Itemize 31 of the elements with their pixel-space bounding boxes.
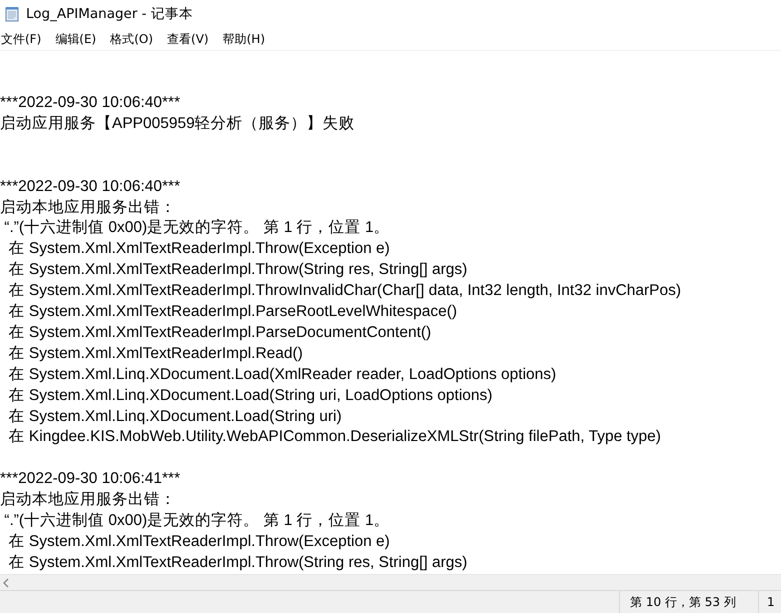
log-line: 在 System.Xml.Linq.XDocument.Load(XmlReader reader, LoadOptions options)	[8, 364, 558, 385]
log-line: 在 Kingdee.KIS.MobWeb.Utility.WebAPICommon.DeserializeXMLStr(String filePath, Type type)	[8, 427, 662, 448]
menu-item[interactable]: 帮助(H)	[222, 30, 272, 48]
log-line: 启动本地应用服务出错：	[0, 490, 177, 510]
log-line: “.”(十六进制值 0x00)是无效的字符。 第 1 行，位置 1。	[3, 511, 391, 532]
log-line: 在 System.Xml.Linq.XDocument.Load(String uri)	[8, 406, 343, 427]
log-line: 在 System.Xml.XmlTextReaderImpl.Throw(String res, String[] args)	[8, 260, 468, 280]
scroll-left-icon[interactable]	[2, 578, 10, 588]
log-line: 在 System.Xml.XmlTextReaderImpl.ParseRootLevelWhitespace()	[8, 302, 458, 322]
menu-item[interactable]: 查看(V)	[166, 30, 216, 48]
log-line: 在 System.Xml.XmlTextReaderImpl.Throw(String res, String[] args)	[8, 552, 468, 573]
log-line: “.”(十六进制值 0x00)是无效的字符。 第 1 行，位置 1。	[3, 218, 391, 238]
timestamp-line: ***2022-09-30 10:06:41***	[0, 469, 182, 490]
window-title: Log_APIManager - 记事本	[26, 5, 193, 23]
cursor-position: 第 10 行，第 53 列	[619, 591, 758, 613]
notepad-icon	[4, 6, 20, 22]
menu-item[interactable]: 格式(O)	[109, 30, 160, 48]
log-line: 在 System.Xml.XmlTextReaderImpl.ParseDocumentContent()	[8, 322, 432, 343]
log-line: 在 System.Xml.XmlTextReaderImpl.Throw(Exception e)	[8, 532, 391, 552]
log-line: 启动应用服务【APP005959轻分析（服务）】失败	[0, 114, 356, 134]
log-line: 在 System.Xml.XmlTextReaderImpl.Read()	[8, 344, 304, 364]
log-line: 在 System.Xml.XmlTextReaderImpl.ThrowInvalidChar(Char[] data, Int32 length, Int32 invCharPos)	[8, 281, 682, 302]
log-line: 启动本地应用服务出错：	[0, 198, 177, 218]
menu-item[interactable]: 编辑(E)	[54, 30, 104, 48]
log-line: 在 System.Xml.Linq.XDocument.Load(String uri, LoadOptions options)	[8, 386, 494, 406]
log-line: 在 System.Xml.XmlTextReaderImpl.Throw(Exception e)	[8, 239, 391, 260]
zoom-level: 1	[758, 591, 781, 613]
menu-item[interactable]: 文件(F)	[0, 30, 48, 48]
timestamp-line: ***2022-09-30 10:06:40***	[0, 93, 182, 113]
horizontal-scrollbar[interactable]	[0, 574, 781, 590]
timestamp-line: ***2022-09-30 10:06:40***	[0, 176, 182, 197]
